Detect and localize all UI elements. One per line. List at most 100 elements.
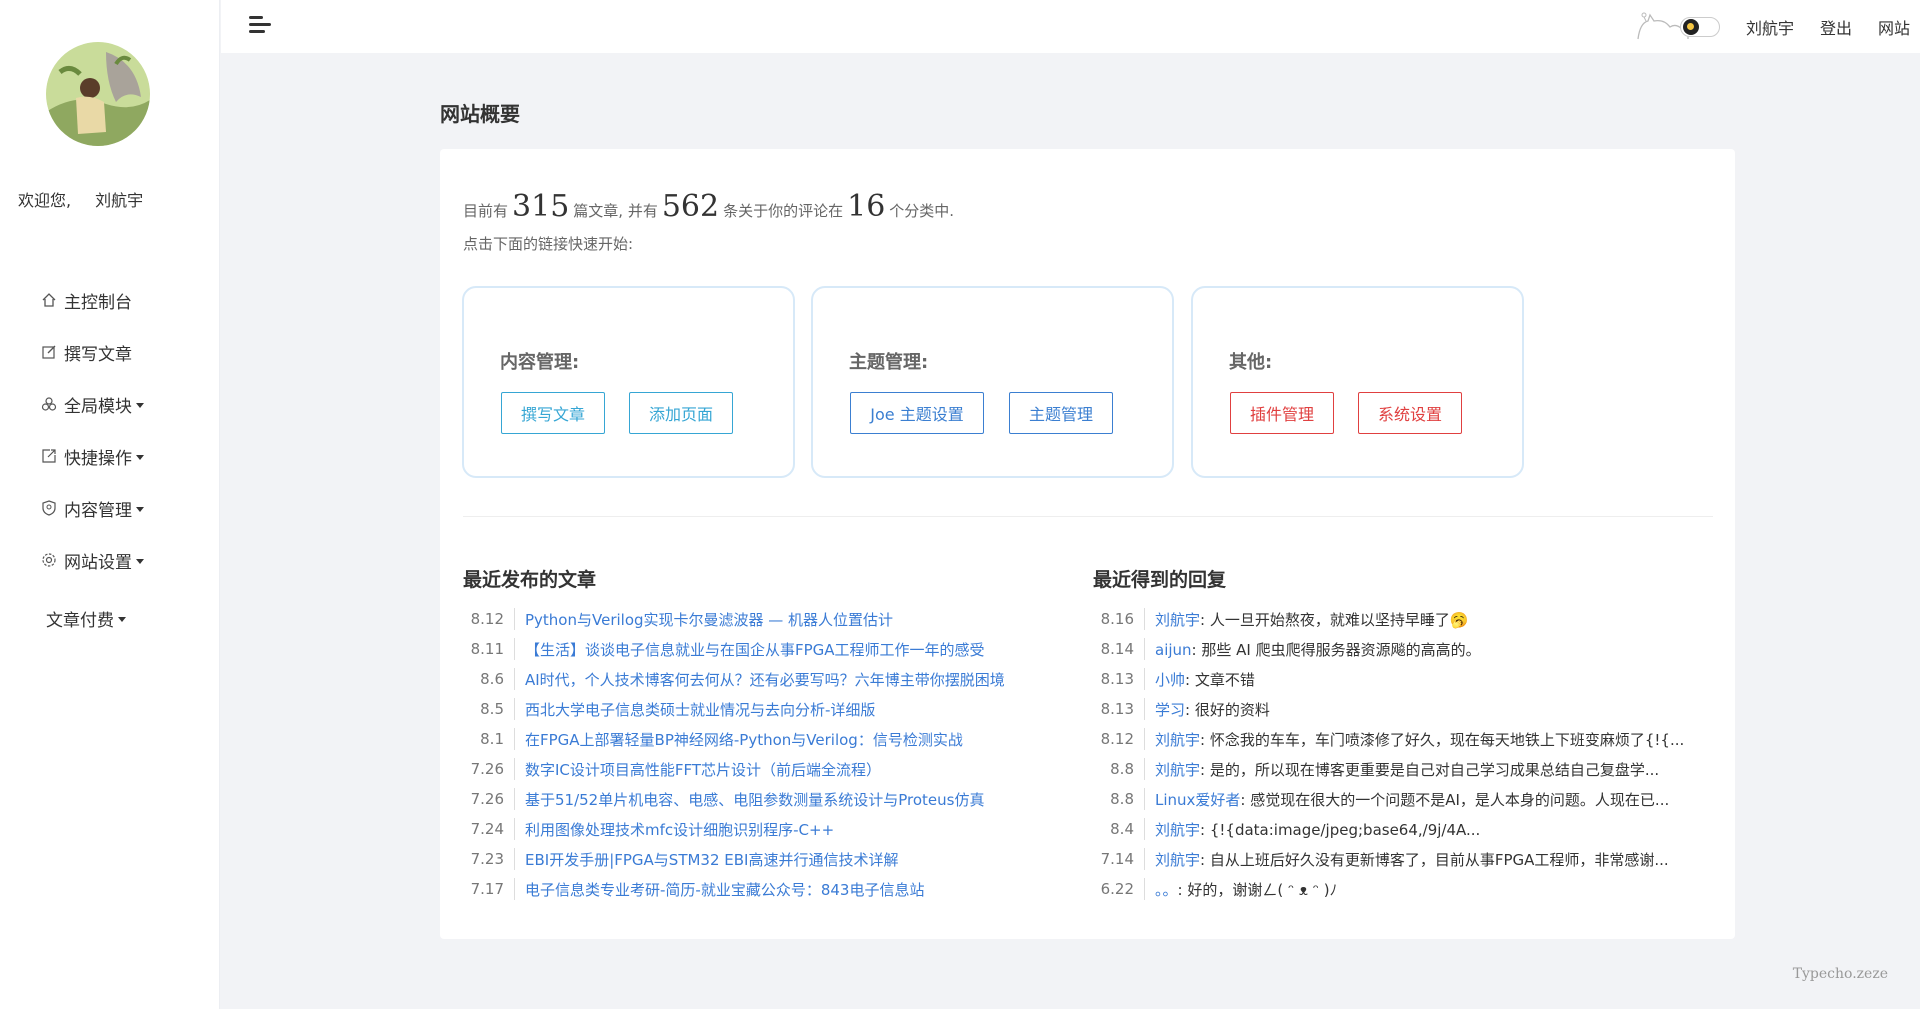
- reply-text[interactable]: 刘航宇: 是的，所以现在博客更重要是自己对自己学习成果总结自己复盘学...: [1145, 759, 1659, 780]
- list-item: 7.14 刘航宇: 自从上班后好久没有更新博客了，目前从事FPGA工程师，非常感谢…: [1093, 844, 1713, 874]
- caret-down-icon: [136, 558, 144, 564]
- topbar-username-link[interactable]: 刘航宇: [1746, 15, 1794, 39]
- logout-link[interactable]: 登出: [1820, 15, 1852, 39]
- add-page-button[interactable]: 添加页面: [629, 392, 733, 434]
- reply-author[interactable]: 刘航宇: [1155, 761, 1200, 779]
- top-right-actions: 刘航宇 登出 网站: [1634, 0, 1910, 53]
- reply-date: 6.22: [1093, 878, 1145, 900]
- reply-author[interactable]: 。。: [1155, 881, 1178, 899]
- post-link[interactable]: 西北大学电子信息类硕士就业情况与去向分析-详细版: [515, 699, 875, 720]
- reply-author[interactable]: 刘航宇: [1155, 731, 1200, 749]
- quick-box-title: 内容管理:: [500, 352, 580, 373]
- quick-start-hint: 点击下面的链接快速开始:: [463, 235, 634, 253]
- sidebar-item-global-modules[interactable]: 全局模块: [40, 389, 144, 419]
- sidebar-item-write-post[interactable]: 撰写文章: [40, 337, 132, 367]
- reply-text[interactable]: 学习: 很好的资料: [1145, 699, 1270, 720]
- recent-posts-title: 最近发布的文章: [463, 569, 597, 591]
- post-link[interactable]: 【生活】谈谈电子信息就业与在国企从事FPGA工程师工作一年的感受: [515, 639, 985, 660]
- reply-author[interactable]: 刘航宇: [1155, 821, 1200, 839]
- reply-text[interactable]: 刘航宇: {!{data:image/jpeg;base64,/9j/4A...: [1145, 819, 1480, 840]
- reply-date: 7.14: [1093, 848, 1145, 870]
- post-date: 7.26: [463, 758, 515, 780]
- write-post-button[interactable]: 撰写文章: [501, 392, 605, 434]
- post-date: 8.5: [463, 698, 515, 720]
- page-title: 网站概要: [440, 102, 520, 126]
- reply-content: : 人一旦开始熬夜，就难以坚持早睡了🥱: [1200, 610, 1469, 629]
- overview-card: 目前有 315 篇文章, 并有 562 条关于你的评论在 16 个分类中. 点击下面的链接快…: [440, 149, 1735, 939]
- reply-date: 8.12: [1093, 728, 1145, 750]
- reply-text[interactable]: 刘航宇: 怀念我的车车，车门喷漆修了好久，现在每天地铁上下班变麻烦了{!{...: [1145, 729, 1684, 750]
- post-link[interactable]: 在FPGA上部署轻量BP神经网络-Python与Verilog：信号检测实战: [515, 729, 963, 750]
- list-item: 8.13 小帅: 文章不错: [1093, 664, 1713, 694]
- shield-icon: [40, 499, 58, 517]
- sidebar-item-site-settings[interactable]: 网站设置: [40, 545, 144, 575]
- list-item: 7.26 基于51/52单片机电容、电感、电阻参数测量系统设计与Proteus仿真: [463, 784, 1063, 814]
- post-count: 315: [512, 189, 570, 224]
- reply-date: 8.14: [1093, 638, 1145, 660]
- reply-author[interactable]: 刘航宇: [1155, 851, 1200, 869]
- reply-date: 8.4: [1093, 818, 1145, 840]
- reply-text[interactable]: 刘航宇: 人一旦开始熬夜，就难以坚持早睡了🥱: [1145, 609, 1469, 630]
- reply-content: : 那些 AI 爬虫爬得服务器资源飚的高高的。: [1191, 640, 1481, 659]
- post-date: 7.23: [463, 848, 515, 870]
- reply-author[interactable]: 小帅: [1155, 671, 1185, 689]
- sidebar-item-content-management[interactable]: 内容管理: [40, 493, 144, 523]
- reply-text[interactable]: 刘航宇: 自从上班后好久没有更新博客了，目前从事FPGA工程师，非常感谢...: [1145, 849, 1669, 870]
- reply-author[interactable]: aijun: [1155, 641, 1192, 659]
- sidebar-item-label: 全局模块: [64, 396, 132, 417]
- post-link[interactable]: 数字IC设计项目高性能FFT芯片设计（前后端全流程）: [515, 759, 881, 780]
- dark-mode-toggle[interactable]: [1679, 16, 1720, 37]
- plugin-management-button[interactable]: 插件管理: [1230, 392, 1334, 434]
- reply-author[interactable]: Linux爱好者: [1155, 791, 1240, 809]
- post-link[interactable]: AI时代，个人技术博客何去何从？还有必要写吗？六年博主带你摆脱困境: [515, 669, 1005, 690]
- sidebar-item-label: 文章付费: [46, 610, 114, 631]
- post-link[interactable]: 电子信息类专业考研-简历-就业宝藏公众号：843电子信息站: [515, 879, 924, 900]
- reply-text[interactable]: Linux爱好者: 感觉现在很大的一个问题不是AI，是人本身的问题。人现在已..…: [1145, 789, 1669, 810]
- post-link[interactable]: Python与Verilog实现卡尔曼滤波器 — 机器人位置估计: [515, 609, 893, 630]
- reply-text[interactable]: 小帅: 文章不错: [1145, 669, 1255, 690]
- reply-date: 8.13: [1093, 668, 1145, 690]
- sidebar-item-dashboard[interactable]: 主控制台: [40, 285, 132, 315]
- post-date: 8.12: [463, 608, 515, 630]
- modules-icon: [40, 395, 58, 413]
- caret-down-icon: [136, 506, 144, 512]
- system-settings-button[interactable]: 系统设置: [1358, 392, 1462, 434]
- list-item: 8.6 AI时代，个人技术博客何去何从？还有必要写吗？六年博主带你摆脱困境: [463, 664, 1063, 694]
- list-item: 8.13 学习: 很好的资料: [1093, 694, 1713, 724]
- sidebar-item-quick-actions[interactable]: 快捷操作: [40, 441, 144, 471]
- list-item: 8.16 刘航宇: 人一旦开始熬夜，就难以坚持早睡了🥱: [1093, 604, 1713, 634]
- footer-brand: Typecho.zeze: [1792, 966, 1888, 982]
- site-link[interactable]: 网站: [1878, 15, 1910, 39]
- moon-icon: [1682, 18, 1699, 35]
- reply-text[interactable]: aijun: 那些 AI 爬虫爬得服务器资源飚的高高的。: [1145, 639, 1481, 660]
- site-summary: 目前有 315 篇文章, 并有 562 条关于你的评论在 16 个分类中.: [463, 189, 954, 224]
- sidebar-username[interactable]: 刘航宇: [95, 191, 143, 210]
- edit-icon: [40, 343, 58, 361]
- sidebar: 欢迎您, 刘航宇 主控制台 撰写文章 全局模块 快捷操作 内容管理 网站设置 文章…: [0, 0, 220, 1009]
- list-item: 8.14 aijun: 那些 AI 爬虫爬得服务器资源飚的高高的。: [1093, 634, 1713, 664]
- reply-content: : 文章不错: [1185, 670, 1255, 689]
- reply-date: 8.16: [1093, 608, 1145, 630]
- post-link[interactable]: 利用图像处理技术mfc设计细胞识别程序-C++: [515, 819, 834, 840]
- post-link[interactable]: 基于51/52单片机电容、电感、电阻参数测量系统设计与Proteus仿真: [515, 789, 984, 810]
- joe-theme-settings-button[interactable]: Joe 主题设置: [850, 392, 984, 434]
- reply-text[interactable]: 。。: 好的，谢谢ㄥ( ᵔ ᴥ ᵔ )ﾉ: [1145, 879, 1337, 900]
- list-item: 7.26 数字IC设计项目高性能FFT芯片设计（前后端全流程）: [463, 754, 1063, 784]
- caret-down-icon: [136, 454, 144, 460]
- reply-author[interactable]: 学习: [1155, 701, 1185, 719]
- list-item: 8.12 刘航宇: 怀念我的车车，车门喷漆修了好久，现在每天地铁上下班变麻烦了{!…: [1093, 724, 1713, 754]
- sidebar-item-label: 撰写文章: [64, 344, 132, 365]
- menu-toggle-icon[interactable]: [249, 15, 273, 35]
- list-item: 8.4 刘航宇: {!{data:image/jpeg;base64,/9j/4A…: [1093, 814, 1713, 844]
- post-date: 8.11: [463, 638, 515, 660]
- reply-author[interactable]: 刘航宇: [1155, 611, 1200, 629]
- avatar[interactable]: [46, 42, 150, 146]
- sidebar-item-paid-articles[interactable]: 文章付费: [46, 603, 126, 633]
- reply-content: : {!{data:image/jpeg;base64,/9j/4A...: [1200, 820, 1481, 839]
- reply-content: : 自从上班后好久没有更新博客了，目前从事FPGA工程师，非常感谢...: [1200, 850, 1669, 869]
- theme-management-button[interactable]: 主题管理: [1009, 392, 1113, 434]
- external-edit-icon: [40, 447, 58, 465]
- sidebar-item-label: 网站设置: [64, 552, 132, 573]
- post-link[interactable]: EBI开发手册|FPGA与STM32 EBI高速并行通信技术详解: [515, 849, 898, 870]
- quick-box-title: 其他:: [1229, 352, 1273, 373]
